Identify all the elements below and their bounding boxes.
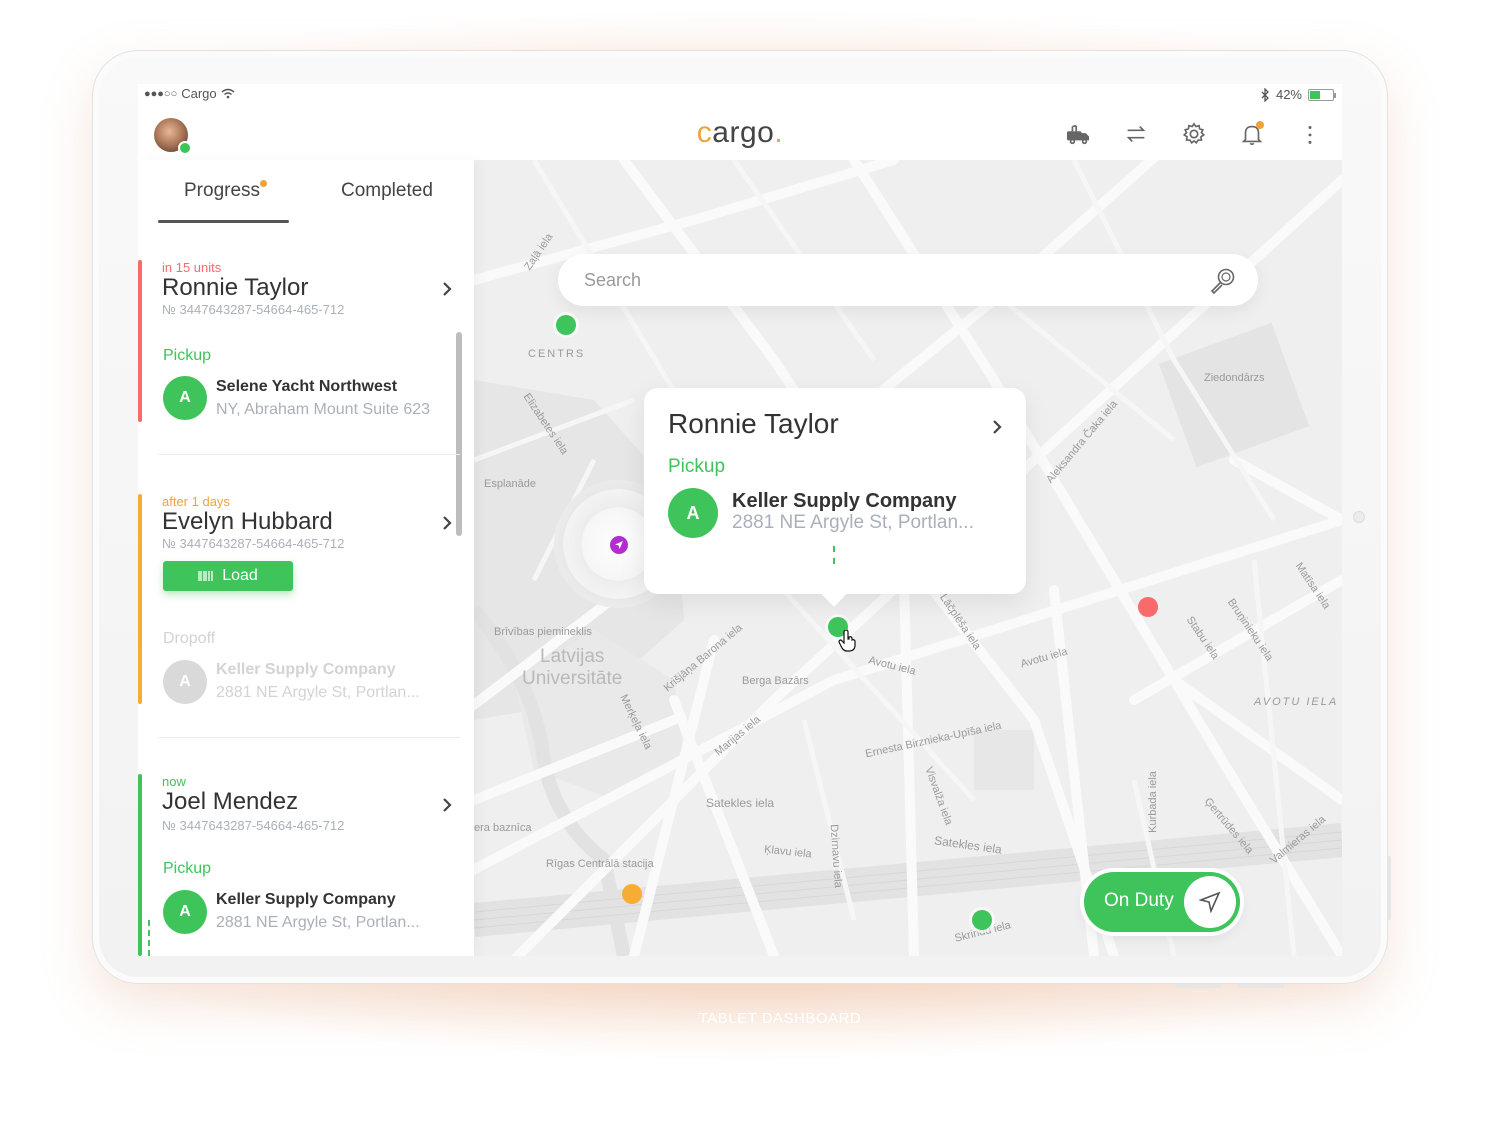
- tab-completed[interactable]: Completed: [341, 180, 433, 202]
- order-number: № 3447643287-54664-465-712: [162, 818, 345, 833]
- company-address: 2881 NE Argyle St, Portlan...: [216, 914, 420, 931]
- delivery-time: in 15 units: [162, 260, 222, 275]
- tab-progress-badge: [260, 180, 268, 187]
- hand-cursor-icon: [838, 630, 856, 652]
- popup-company-name: Keller Supply Company: [732, 490, 957, 512]
- map-search-bar: [558, 254, 1258, 306]
- map-label: Kurbada iela: [1146, 771, 1159, 833]
- bell-icon[interactable]: [1238, 120, 1266, 148]
- priority-bar: [138, 260, 142, 422]
- customer-name: Ronnie Taylor: [162, 274, 309, 301]
- search-input[interactable]: [584, 266, 1184, 294]
- stage-label: Dropoff: [163, 630, 216, 647]
- company-name: Selene Yacht Northwest: [216, 378, 398, 395]
- company-name: Keller Supply Company: [216, 661, 396, 678]
- truck-icon[interactable]: [1064, 120, 1092, 148]
- map-label: Universitāte: [522, 668, 623, 689]
- popup-company-address: 2881 NE Argyle St, Portlan...: [732, 512, 974, 533]
- delivery-map-pin[interactable]: [1138, 597, 1158, 617]
- map-label: Latvijas: [540, 646, 605, 667]
- map-label: Satekles iela: [706, 796, 775, 810]
- map-label: Ziedondārzs: [1204, 372, 1265, 384]
- customer-name: Joel Mendez: [162, 788, 299, 815]
- wifi-icon: [221, 88, 235, 99]
- map-label: Brīvības piemineklis: [494, 626, 592, 638]
- tablet-volume-button: [1175, 984, 1221, 988]
- active-tab-indicator: [158, 220, 289, 223]
- map-label: Berga Bazārs: [742, 675, 809, 687]
- app-header: cargo.: [138, 106, 1342, 160]
- tablet-side-button: [1387, 856, 1391, 920]
- card-divider: [158, 454, 460, 455]
- company-address: 2881 NE Argyle St, Portlan...: [216, 684, 420, 701]
- order-number: № 3447643287-54664-465-712: [162, 302, 345, 317]
- map-label: era baznīca: [474, 822, 532, 834]
- delivery-map-pin[interactable]: [972, 910, 992, 930]
- status-bar: ●●●○○ Cargo 42%: [138, 84, 1342, 106]
- tablet-camera: [1353, 511, 1365, 523]
- toggle-knob: [1184, 876, 1236, 928]
- tab-progress-label: Progress: [184, 180, 261, 201]
- priority-bar: [138, 774, 142, 956]
- load-button[interactable]: Load: [163, 561, 293, 591]
- order-number: № 3447643287-54664-465-712: [162, 536, 345, 551]
- delivery-map-pin[interactable]: [556, 315, 576, 335]
- delivery-card[interactable]: now Joel Mendez № 3447643287-54664-465-7…: [138, 774, 474, 956]
- map-label: Esplanāde: [484, 478, 536, 490]
- popup-company-avatar: A: [668, 488, 718, 538]
- image-caption: TABLET DASHBOARD: [698, 1010, 862, 1027]
- navigation-arrow-icon: [1199, 891, 1221, 913]
- chevron-right-icon[interactable]: [438, 280, 456, 298]
- tab-progress[interactable]: Progress: [184, 180, 268, 202]
- navigation-arrow-icon: [615, 541, 623, 549]
- chevron-right-icon[interactable]: [988, 418, 1006, 436]
- popup-stage-label: Pickup: [668, 456, 726, 477]
- customer-name: Evelyn Hubbard: [162, 508, 333, 535]
- delivery-popup-card[interactable]: Ronnie Taylor Pickup A Keller Supply Com…: [644, 388, 1026, 607]
- company-avatar: A: [163, 660, 207, 704]
- delivery-card[interactable]: after 1 days Evelyn Hubbard № 3447643287…: [138, 494, 474, 704]
- priority-bar: [138, 494, 142, 704]
- kebab-menu-icon[interactable]: [1296, 120, 1324, 148]
- chevron-right-icon[interactable]: [438, 514, 456, 532]
- chevron-right-icon[interactable]: [438, 796, 456, 814]
- map-label: Rīgas Centrālā stacija: [546, 858, 654, 870]
- route-dashed-line: [148, 920, 150, 956]
- delivery-time: now: [162, 774, 186, 789]
- map-label: CENTRS: [528, 348, 586, 360]
- status-tabs: Progress Completed: [158, 180, 458, 226]
- on-duty-label: On Duty: [1104, 890, 1174, 911]
- battery-percent: 42%: [1275, 87, 1302, 102]
- tablet-volume-button: [1238, 984, 1284, 988]
- gear-icon[interactable]: [1180, 120, 1208, 148]
- stage-label: Pickup: [163, 860, 212, 877]
- delivery-card[interactable]: in 15 units Ronnie Taylor № 3447643287-5…: [138, 260, 474, 422]
- search-icon[interactable]: [1208, 266, 1238, 296]
- stage-label: Pickup: [163, 347, 212, 364]
- card-divider: [158, 737, 460, 738]
- map-view[interactable]: CENTRS Esplanāde Brīvības piemineklis La…: [474, 160, 1342, 956]
- load-button-label: Load: [222, 567, 258, 584]
- delivery-time: after 1 days: [162, 494, 230, 509]
- barcode-icon: [198, 571, 213, 581]
- current-location-pin[interactable]: [610, 536, 628, 554]
- tablet-screen: ●●●○○ Cargo 42% cargo. Progress Complete…: [138, 84, 1342, 956]
- notification-badge: [1256, 121, 1264, 129]
- company-name: Keller Supply Company: [216, 891, 396, 908]
- company-address: NY, Abraham Mount Suite 623: [216, 401, 431, 418]
- company-avatar: A: [163, 376, 207, 420]
- battery-icon: [1308, 88, 1336, 101]
- route-dashed-line: [833, 546, 835, 564]
- signal-strength: ●●●○○: [144, 87, 178, 100]
- popup-customer-name: Ronnie Taylor: [668, 408, 839, 439]
- company-avatar: A: [163, 890, 207, 934]
- delivery-map-pin[interactable]: [622, 884, 642, 904]
- map-label: AVOTU IELA: [1254, 696, 1339, 708]
- carrier-name: Cargo: [181, 86, 217, 101]
- deliveries-sidebar: Progress Completed in 15 units Ronnie Ta…: [138, 160, 474, 956]
- on-duty-toggle[interactable]: On Duty: [1084, 872, 1240, 932]
- bluetooth-icon: [1261, 87, 1269, 102]
- swap-arrows-icon[interactable]: [1122, 120, 1150, 148]
